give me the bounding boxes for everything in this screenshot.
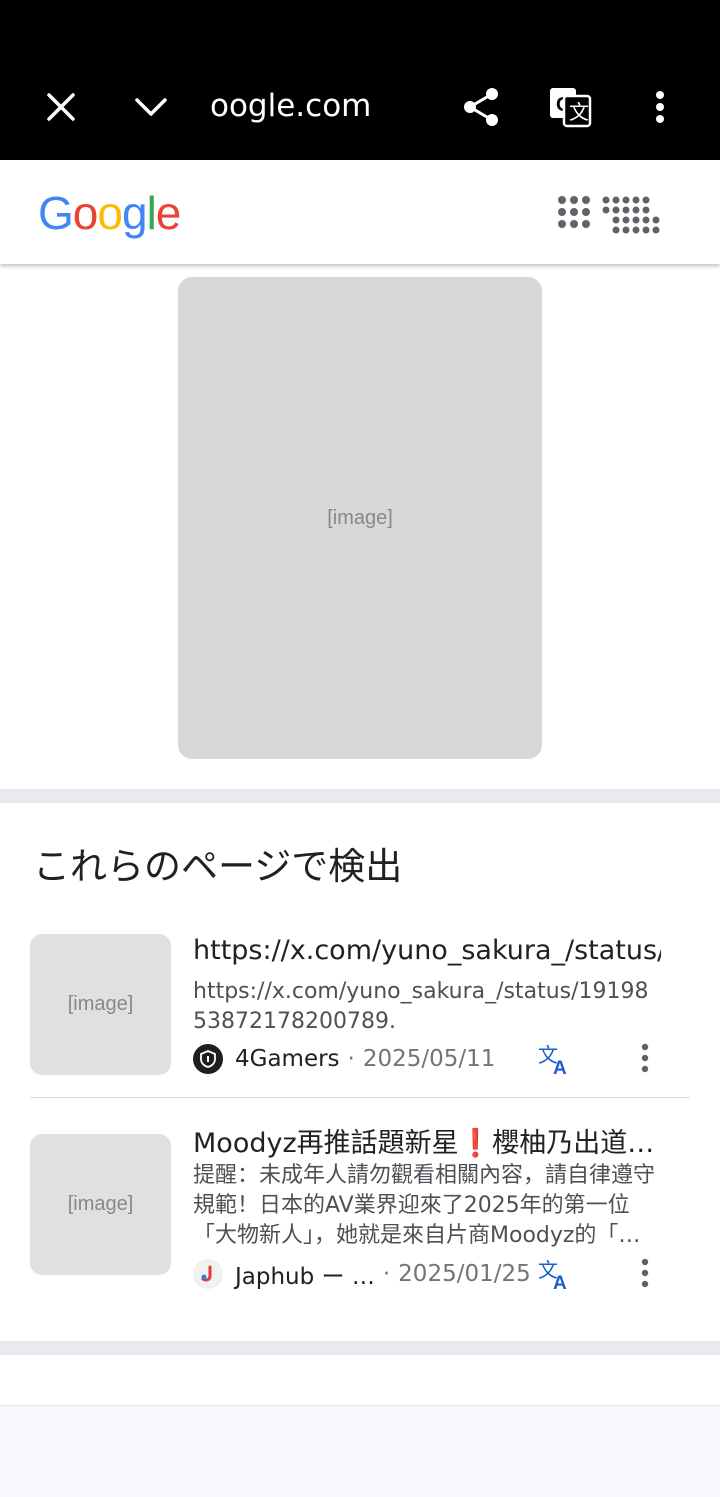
more-vert-icon[interactable] <box>635 82 685 132</box>
svg-text:A: A <box>553 1273 567 1291</box>
image-placeholder-label: [image] <box>327 506 393 529</box>
result-source: Japhub ー … <box>235 1264 375 1290</box>
result-source-row: 4Gamers · 2025/05/11 <box>193 1043 495 1075</box>
share-icon[interactable] <box>456 82 506 132</box>
meta-separator: · <box>347 1046 355 1072</box>
more-vert-icon[interactable] <box>630 1257 660 1291</box>
chevron-down-icon[interactable] <box>126 82 176 132</box>
account-avatar[interactable] <box>600 194 664 238</box>
browser-toolbar: oogle.com G 文 <box>0 0 720 160</box>
meta-separator: · <box>382 1261 391 1287</box>
result-date: 2025/01/25 <box>398 1261 531 1287</box>
bottom-bar <box>0 1405 720 1497</box>
result-title[interactable]: Moodyz再推話題新星❗櫻柚乃出道… <box>193 1121 661 1160</box>
translate-icon[interactable]: G 文 <box>545 82 595 132</box>
url-text[interactable]: oogle.com <box>210 88 410 124</box>
close-icon[interactable] <box>36 82 86 132</box>
section-title: これらのページで検出 <box>33 845 403 888</box>
result-source: 4Gamers <box>235 1046 340 1072</box>
apps-grid-icon[interactable] <box>556 194 592 230</box>
search-result-image[interactable]: [image] <box>178 277 542 759</box>
result-thumbnail[interactable]: [image] <box>30 934 171 1075</box>
google-logo[interactable]: Google <box>38 186 181 240</box>
result-title[interactable]: https://x.com/yuno_sakura_/status/19 <box>193 935 661 966</box>
svg-text:文: 文 <box>569 100 589 124</box>
result-date: 2025/05/11 <box>362 1046 496 1072</box>
more-vert-icon[interactable] <box>630 1042 660 1076</box>
section-divider <box>0 1341 720 1355</box>
result-snippet: 提醒：未成年人請勿觀看相關內容，請自律遵守規範！日本的AV業界迎來了2025年的… <box>193 1163 656 1248</box>
translate-icon[interactable]: 文 A <box>538 1257 572 1294</box>
result-separator <box>30 1097 690 1098</box>
japhub-logo-icon <box>193 1259 223 1289</box>
svg-text:A: A <box>553 1058 567 1076</box>
result-source-row: Japhub ー … · 2025/01/25 <box>193 1258 531 1290</box>
translate-icon[interactable]: 文 A <box>538 1042 572 1079</box>
shield-icon <box>193 1044 223 1074</box>
section-divider <box>0 789 720 803</box>
result-thumbnail[interactable]: [image] <box>30 1134 171 1275</box>
result-snippet: https://x.com/yuno_sakura_/status/191985… <box>193 979 649 1034</box>
